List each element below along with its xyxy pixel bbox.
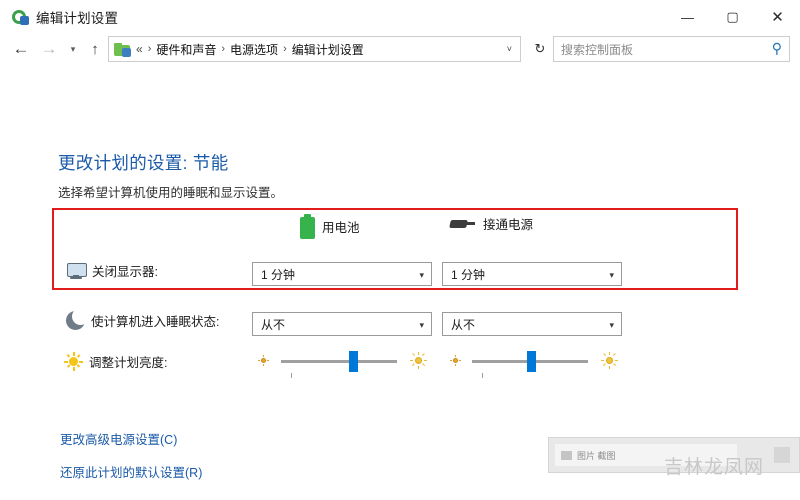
window-controls: — ▢ ✕ (665, 0, 800, 34)
column-label-plugged: 接通电源 (483, 218, 534, 232)
slider-thumb[interactable] (349, 351, 358, 372)
search-box[interactable]: 搜索控制面板 ⚲ (553, 36, 790, 62)
row-label-sleep: 使计算机进入睡眠状态: (91, 315, 220, 329)
chevron-down-icon: ▾ (609, 270, 614, 280)
brightness-slider-battery[interactable] (281, 351, 397, 378)
watermark: 吉林龙凤网 (664, 457, 765, 478)
sun-large-icon (601, 352, 618, 369)
combo-display-battery[interactable]: 1 分钟 ▾ (252, 262, 432, 286)
combo-sleep-battery[interactable]: 从不 ▾ (252, 312, 432, 336)
row-label-brightness: 调整计划亮度: (89, 356, 168, 370)
sun-small-icon (450, 355, 461, 366)
chevron-down-icon[interactable]: ˅ (507, 44, 520, 54)
combo-display-battery-value: 1 分钟 (261, 267, 296, 282)
page-subtitle: 选择希望计算机使用的睡眠和显示设置。 (58, 186, 284, 200)
forward-button[interactable]: → (36, 36, 62, 62)
brightness-slider-plugged[interactable] (472, 351, 588, 378)
control-panel-folder-icon (114, 42, 131, 57)
sun-small-icon (258, 355, 269, 366)
combo-sleep-plugged[interactable]: 从不 ▾ (442, 312, 622, 336)
chevron-down-icon: ▾ (609, 320, 614, 330)
moon-sleep-icon (66, 308, 89, 330)
column-label-battery: 用电池 (322, 221, 360, 235)
slider-tick (482, 373, 483, 378)
sun-large-icon (410, 352, 427, 369)
sun-brightness-icon (64, 352, 83, 371)
slider-tick (291, 373, 292, 378)
search-input[interactable]: 搜索控制面板 (554, 41, 633, 58)
breadcrumb-item-power-options[interactable]: 电源选项 (230, 41, 278, 58)
breadcrumb-item-edit-plan[interactable]: 编辑计划设置 (292, 41, 364, 58)
bottom-panel-text: 图片 截图 (577, 450, 616, 461)
bottom-panel-button[interactable] (774, 447, 790, 463)
page-title: 更改计划的设置: 节能 (58, 153, 229, 173)
monitor-icon (66, 262, 87, 280)
combo-sleep-battery-value: 从不 (261, 317, 286, 332)
breadcrumb-overflow[interactable]: « (136, 42, 143, 56)
maximize-button[interactable]: ▢ (710, 0, 755, 34)
address-bar: ← → ▾ ↑ « › 硬件和声音 › 电源选项 › 编辑计划设置 ˅ ↻ 搜索… (0, 34, 800, 64)
combo-display-plugged-value: 1 分钟 (451, 267, 486, 282)
back-button[interactable]: ← (8, 36, 34, 62)
title-bar: 编辑计划设置 — ▢ ✕ (0, 0, 800, 34)
minimize-button[interactable]: — (665, 0, 710, 34)
slider-thumb[interactable] (527, 351, 536, 372)
slider-track (281, 360, 397, 363)
battery-icon (300, 214, 315, 239)
link-restore-defaults[interactable]: 还原此计划的默认设置(R) (60, 462, 202, 481)
up-button[interactable]: ↑ (84, 36, 106, 62)
breadcrumb-item-hardware[interactable]: 硬件和声音 (156, 41, 216, 58)
column-header-battery: 用电池 (300, 214, 360, 239)
combo-display-plugged[interactable]: 1 分钟 ▾ (442, 262, 622, 286)
power-options-icon (11, 8, 29, 26)
link-advanced-power-settings[interactable]: 更改高级电源设置(C) (60, 429, 177, 448)
power-plug-icon (449, 216, 476, 232)
magnifier-icon: ⚲ (771, 40, 782, 56)
close-button[interactable]: ✕ (755, 0, 800, 34)
row-label-turn-off-display: 关闭显示器: (92, 265, 158, 279)
chevron-down-icon: ▾ (419, 320, 424, 330)
window-root: 编辑计划设置 — ▢ ✕ ← → ▾ ↑ « › 硬件和声音 › 电源选项 › … (0, 0, 800, 500)
recent-locations-button[interactable]: ▾ (64, 36, 82, 62)
chevron-down-icon: ▾ (419, 270, 424, 280)
breadcrumb[interactable]: « › 硬件和声音 › 电源选项 › 编辑计划设置 ˅ (108, 36, 521, 62)
row-sleep: 使计算机进入睡眠状态: (66, 308, 220, 330)
combo-sleep-plugged-value: 从不 (451, 317, 476, 332)
breadcrumb-separator-2: › (221, 43, 226, 55)
window-title: 编辑计划设置 (36, 11, 119, 26)
column-header-plugged: 接通电源 (449, 214, 534, 233)
breadcrumb-separator-1: › (147, 43, 152, 55)
row-turn-off-display: 关闭显示器: (66, 261, 158, 280)
breadcrumb-separator-3: › (283, 43, 287, 55)
refresh-button[interactable]: ↻ (529, 37, 551, 61)
image-thumb-icon (561, 450, 572, 460)
row-brightness: 调整计划亮度: (64, 352, 167, 371)
